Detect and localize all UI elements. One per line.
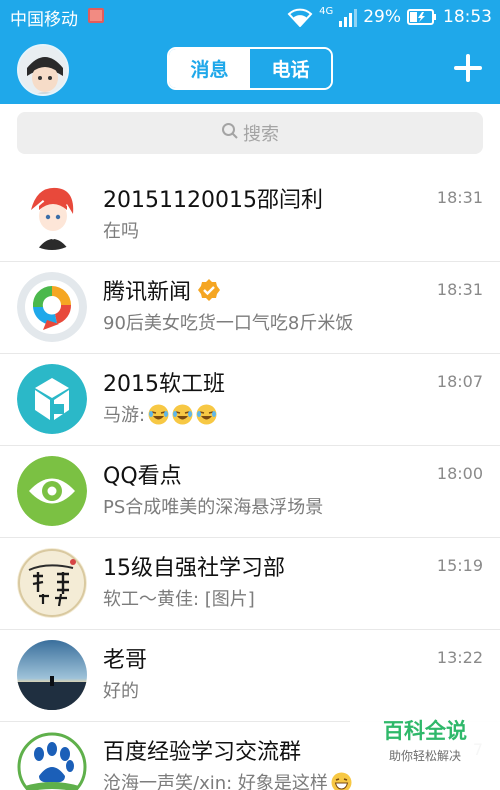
my-avatar[interactable] <box>17 44 69 96</box>
last-message: PS合成唯美的深海悬浮场景 <box>103 497 324 518</box>
contact-name: 老哥 <box>103 648 148 673</box>
message-time: 18:31 <box>436 280 483 299</box>
status-bar: 中国移动 4G 29% 18:53 <box>0 0 500 34</box>
conversation-row[interactable]: 老哥 好的 13:22 <box>0 630 500 722</box>
conversation-row[interactable]: QQ看点 PS合成唯美的深海悬浮场景 18:00 <box>0 446 500 538</box>
sim-icon <box>88 8 104 23</box>
message-time: 18:00 <box>436 464 483 483</box>
last-message: 90后美女吃货一口气吃8斤米饭 <box>103 313 354 334</box>
laughing-crying-emoji-icon <box>196 404 217 425</box>
wifi-icon <box>287 7 313 27</box>
group-avatar <box>17 732 87 790</box>
last-message: 好的 <box>103 681 139 702</box>
tab-switcher: 消息 电话 <box>167 47 333 90</box>
status-bar-right: 4G 29% 18:53 <box>287 4 492 30</box>
conversation-row[interactable]: 15级自强社学习部 软工～黄佳: [图片] 15:19 <box>0 538 500 630</box>
message-time: 18:07 <box>436 372 483 391</box>
laughing-crying-emoji-icon <box>148 404 169 425</box>
contact-name: 腾讯新闻 <box>103 274 221 306</box>
last-message: 在吗 <box>103 221 139 242</box>
contact-name: 20151120015邵闫利 <box>103 188 323 213</box>
last-message: 沧海一声笑/xin: 好象是这样 <box>103 769 352 790</box>
contact-avatar <box>17 180 87 250</box>
last-message: 软工～黄佳: [图片] <box>103 589 255 610</box>
last-message: 马游: <box>103 401 217 427</box>
watermark: 百科全说 助你轻松解决 <box>350 714 500 764</box>
search-icon <box>221 122 239 145</box>
search-bar[interactable]: 搜索 <box>17 112 483 154</box>
search-placeholder: 搜索 <box>243 124 279 145</box>
last-message-text: 沧海一声笑/xin: 好象是这样 <box>103 773 328 790</box>
contact-name-text: 腾讯新闻 <box>103 280 192 305</box>
watermark-subtitle: 助你轻松解决 <box>388 749 461 763</box>
clock: 18:53 <box>443 7 492 27</box>
app-header: 消息 电话 <box>0 34 500 104</box>
group-avatar <box>17 548 87 618</box>
last-message-text: 马游: <box>103 405 146 426</box>
network-type: 4G <box>319 5 334 17</box>
signal-icon <box>339 7 358 27</box>
contact-avatar <box>17 456 87 526</box>
message-time: 18:31 <box>436 188 483 207</box>
grinning-emoji-icon <box>331 772 352 790</box>
contact-name: 15级自强社学习部 <box>103 556 285 581</box>
contact-name: 百度经验学习交流群 <box>103 740 302 765</box>
conversation-list: 20151120015邵闫利 在吗 18:31 腾讯新闻 90后美女吃货一口气吃… <box>0 170 500 790</box>
conversation-row[interactable]: 腾讯新闻 90后美女吃货一口气吃8斤米饭 18:31 <box>0 262 500 354</box>
tab-calls[interactable]: 电话 <box>250 49 331 88</box>
laughing-crying-emoji-icon <box>172 404 193 425</box>
verified-badge-icon <box>197 278 221 302</box>
plus-icon[interactable] <box>454 54 482 82</box>
contact-name: 2015软工班 <box>103 372 225 397</box>
message-time: 15:19 <box>436 556 483 575</box>
tab-messages[interactable]: 消息 <box>169 49 250 88</box>
conversation-row[interactable]: 2015软工班 马游: 18:07 <box>0 354 500 446</box>
battery-charging-icon <box>407 9 437 25</box>
search-area: 搜索 <box>0 104 500 170</box>
conversation-row[interactable]: 20151120015邵闫利 在吗 18:31 <box>0 170 500 262</box>
watermark-title: 百科全说 <box>383 719 467 743</box>
battery-percent: 29% <box>363 7 401 27</box>
contact-avatar <box>17 640 87 710</box>
contact-name: QQ看点 <box>103 464 182 489</box>
message-time: 13:22 <box>436 648 483 667</box>
contact-avatar <box>17 272 87 342</box>
carrier-name: 中国移动 <box>10 10 78 30</box>
group-avatar <box>17 364 87 434</box>
